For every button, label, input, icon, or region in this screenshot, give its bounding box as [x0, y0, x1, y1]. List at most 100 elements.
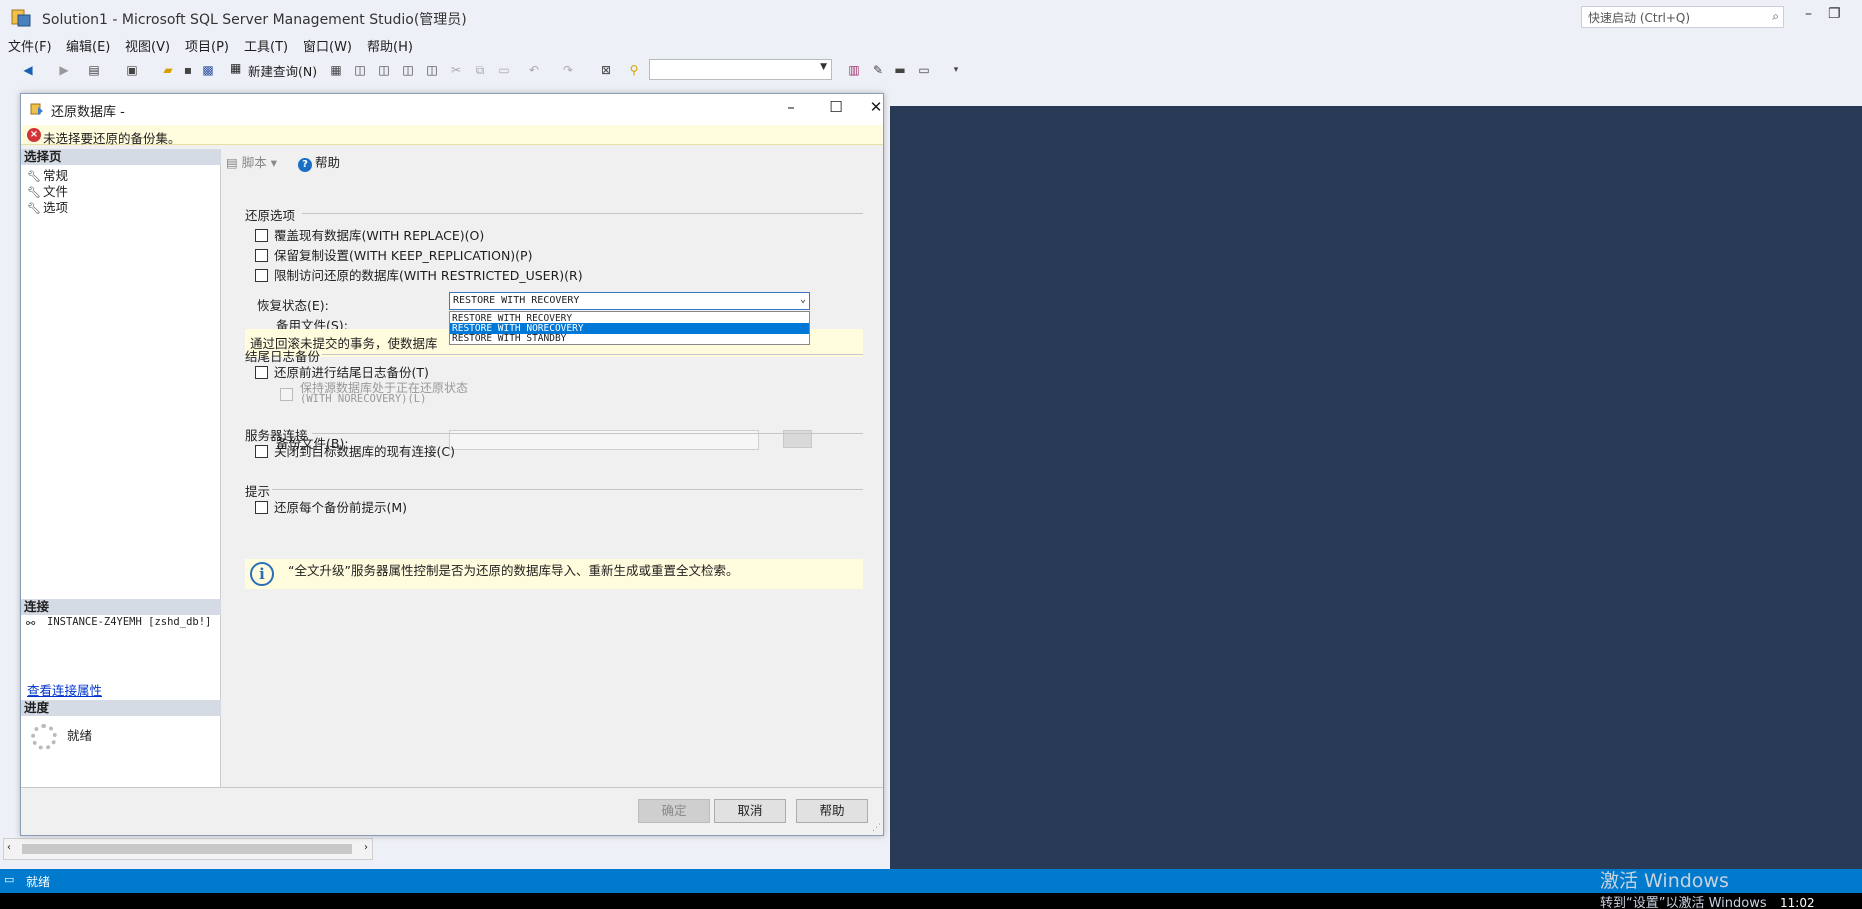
paste-icon[interactable]: ▭	[496, 62, 512, 78]
section-divider	[272, 489, 863, 490]
dialog-right-pane: ▤ 脚本 ▾ ? 帮助 还原选项 覆盖现有数据库(WITH REPLACE)(O)…	[222, 149, 883, 787]
ok-button[interactable]: 确定	[638, 799, 710, 823]
search-icon: ⌕	[1772, 9, 1779, 23]
page-label: 选项	[43, 200, 69, 215]
leave-source-checkbox[interactable]	[280, 388, 293, 401]
save-all-icon[interactable]: ▩	[200, 62, 216, 78]
keep-replication-label: 保留复制设置(WITH KEEP_REPLICATION)(P)	[274, 248, 533, 263]
keep-replication-checkbox-row[interactable]: 保留复制设置(WITH KEEP_REPLICATION)(P)	[255, 245, 532, 264]
restore-icon[interactable]: ❐	[1828, 6, 1841, 22]
activate-windows-title: 激活 Windows	[1600, 870, 1729, 892]
new-project-icon[interactable]: ▤	[86, 62, 102, 78]
cancel-button[interactable]: 取消	[714, 799, 786, 823]
copy-icon[interactable]: ⧉	[472, 62, 488, 78]
menu-project[interactable]: 项目(P)	[185, 36, 229, 55]
toolbar-overflow-icon[interactable]: ▾	[948, 62, 964, 78]
minimize-icon[interactable]: –	[1805, 6, 1812, 22]
dialog-toolbar: ▤ 脚本 ▾ ? 帮助	[222, 149, 883, 172]
chevron-down-icon: ▼	[820, 62, 827, 72]
window-layout-icon[interactable]: ▭	[916, 62, 932, 78]
new-query-button[interactable]: ▦ 新建查询(N)	[228, 61, 317, 80]
page-item-options[interactable]: 🔧︎ 选项	[27, 197, 68, 216]
dax-query-icon[interactable]: ◫	[424, 62, 440, 78]
menu-view[interactable]: 视图(V)	[125, 36, 170, 55]
status-bar: ▭ 就绪	[0, 869, 1862, 893]
keep-replication-checkbox[interactable]	[255, 249, 268, 262]
save-icon[interactable]: ▪	[180, 62, 196, 78]
undo-icon[interactable]: ↶	[526, 62, 542, 78]
section-divider	[312, 433, 863, 434]
leave-source-checkbox-row[interactable]	[280, 387, 299, 402]
overwrite-checkbox-row[interactable]: 覆盖现有数据库(WITH REPLACE)(O)	[255, 225, 484, 244]
error-banner: × 未选择要还原的备份集。	[21, 125, 883, 146]
properties-wrench-icon[interactable]: ✎	[870, 62, 886, 78]
new-query-label: 新建查询(N)	[248, 64, 318, 79]
menu-file[interactable]: 文件(F)	[8, 36, 52, 55]
app-title: Solution1 - Microsoft SQL Server Managem…	[42, 12, 467, 28]
server-connection-icon: ⚯	[26, 617, 36, 630]
db-query-icon[interactable]: ▦	[328, 62, 344, 78]
menu-edit[interactable]: 编辑(E)	[66, 36, 110, 55]
tail-log-checkbox[interactable]	[255, 366, 268, 379]
section-divider	[302, 213, 863, 214]
app-title-bar: Solution1 - Microsoft SQL Server Managem…	[0, 0, 1862, 36]
xmla-query-icon[interactable]: ◫	[400, 62, 416, 78]
quick-launch-input[interactable]: 快速启动 (Ctrl+Q) ⌕	[1581, 6, 1784, 28]
find-icon[interactable]: ⚲	[626, 62, 642, 78]
help-button-top[interactable]: ? 帮助	[298, 152, 340, 172]
open-file-icon[interactable]: ▰	[160, 62, 176, 78]
dmx-query-icon[interactable]: ◫	[376, 62, 392, 78]
dialog-title: 还原数据库 -	[51, 105, 125, 120]
scroll-left-icon[interactable]: ‹	[7, 842, 11, 853]
menu-help[interactable]: 帮助(H)	[367, 36, 413, 55]
progress-status: 就绪	[67, 728, 93, 743]
close-connections-checkbox[interactable]	[255, 445, 268, 458]
progress-spinner-icon	[31, 724, 57, 750]
help-button[interactable]: 帮助	[796, 799, 868, 823]
dialog-close-icon[interactable]: ✕	[861, 98, 891, 116]
scrollbar-thumb[interactable]	[22, 844, 352, 854]
scroll-right-icon[interactable]: ›	[364, 842, 368, 853]
restricted-user-checkbox-row[interactable]: 限制访问还原的数据库(WITH RESTRICTED_USER)(R)	[255, 265, 583, 284]
script-button[interactable]: ▤ 脚本 ▾	[226, 152, 277, 171]
wrench-icon: 🔧︎	[27, 202, 41, 215]
recovery-state-select[interactable]: RESTORE WITH RECOVERY ⌄	[449, 292, 810, 310]
menu-tools[interactable]: 工具(T)	[244, 36, 288, 55]
overwrite-checkbox[interactable]	[255, 229, 268, 242]
document-workspace	[890, 106, 1862, 869]
restricted-user-checkbox[interactable]	[255, 269, 268, 282]
prompt-before-checkbox[interactable]	[255, 501, 268, 514]
recovery-state-label: 恢复状态(E):	[257, 298, 329, 313]
toolbox-icon[interactable]: ▬	[892, 62, 908, 78]
menu-window[interactable]: 窗口(W)	[303, 36, 352, 55]
dialog-minimize-icon[interactable]: –	[776, 98, 806, 116]
mdx-query-icon[interactable]: ◫	[352, 62, 368, 78]
back-icon[interactable]: ◀	[20, 62, 36, 78]
toolbar-find-combo[interactable]: ▼	[649, 59, 832, 80]
ssms-app-icon	[11, 9, 31, 27]
recovery-state-value: RESTORE WITH RECOVERY	[453, 295, 580, 306]
forward-icon[interactable]: ▶	[56, 62, 72, 78]
recovery-state-dropdown-list: RESTORE WITH RECOVERY RESTORE WITH NOREC…	[449, 311, 810, 345]
horizontal-scrollbar[interactable]: ‹ ›	[3, 838, 373, 860]
menu-bar: 文件(F) 编辑(E) 视图(V) 项目(P) 工具(T) 窗口(W) 帮助(H…	[0, 36, 1862, 58]
redo-icon[interactable]: ↷	[560, 62, 576, 78]
solution-explorer-icon[interactable]: ▥	[846, 62, 862, 78]
dropdown-option-standby[interactable]: RESTORE WITH STANDBY	[450, 333, 809, 344]
chevron-down-icon: ⌄	[799, 294, 806, 305]
cut-icon[interactable]: ✂	[448, 62, 464, 78]
dialog-button-bar: 确定 取消 帮助 ⋰	[21, 787, 883, 835]
help-icon: ?	[298, 158, 312, 172]
close-connections-checkbox-row[interactable]: 关闭到目标数据库的现有连接(C)	[255, 441, 455, 460]
help-label: 帮助	[315, 155, 341, 170]
view-connection-properties-link[interactable]: 查看连接属性	[27, 680, 102, 699]
prompt-before-checkbox-row[interactable]: 还原每个备份前提示(M)	[255, 497, 407, 516]
status-icon: ▭	[4, 873, 15, 886]
add-item-icon[interactable]: ▣	[124, 62, 140, 78]
activity-monitor-icon[interactable]: ⊠	[598, 62, 614, 78]
dialog-maximize-icon[interactable]: ☐	[821, 98, 851, 116]
resize-grip-icon[interactable]: ⋰	[872, 823, 881, 833]
full-text-info-bar: i “全文升级”服务器属性控制是否为还原的数据库导入、重新生成或重置全文检索。	[245, 559, 863, 589]
progress-header: 进度	[21, 700, 221, 716]
chevron-down-icon: ▾	[266, 155, 278, 170]
